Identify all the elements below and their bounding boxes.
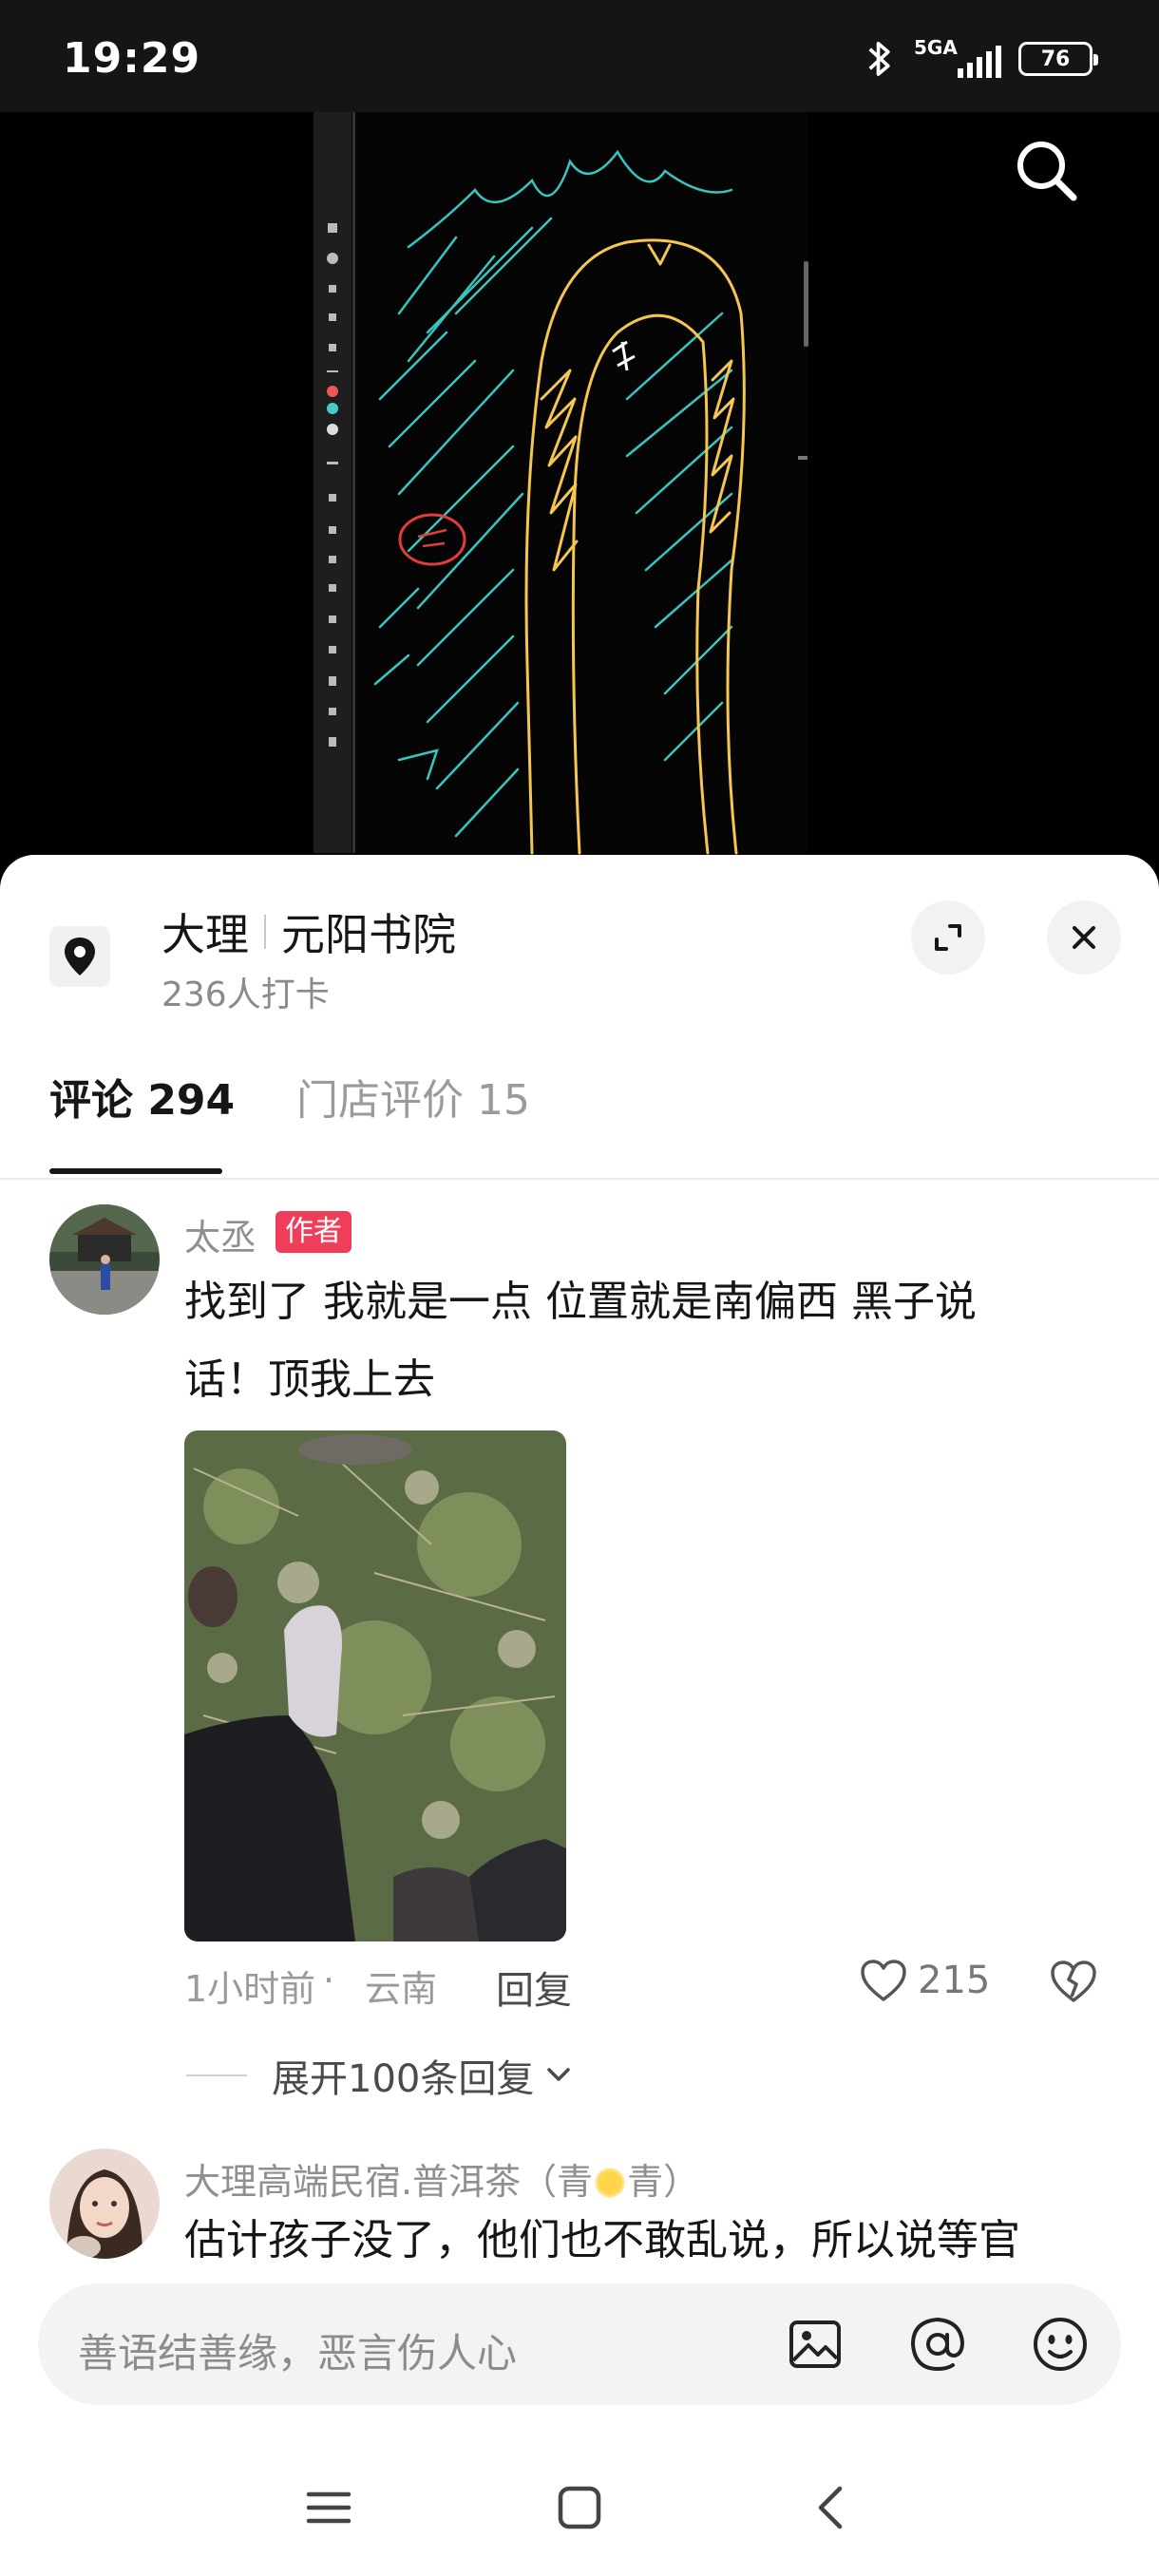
- expand-button[interactable]: [911, 900, 985, 975]
- expand-icon: [935, 924, 961, 951]
- location-title[interactable]: 大理 元阳书院: [162, 900, 456, 963]
- avatar[interactable]: [49, 2149, 160, 2259]
- video-frame: [314, 112, 808, 862]
- comment-time: 1小时前: [184, 1968, 316, 2010]
- status-time: 19:29: [63, 34, 201, 83]
- expand-divider: [186, 2074, 247, 2076]
- menu-button[interactable]: [291, 2470, 367, 2546]
- search-button[interactable]: [1007, 131, 1087, 211]
- heart-icon: [861, 1960, 906, 2001]
- reply-button[interactable]: 回复: [496, 1960, 572, 2015]
- comment-author-prefix: 大理高端民宿.普洱茶（青: [184, 2161, 594, 2203]
- bluetooth-icon: [868, 42, 890, 76]
- comment-region: 云南: [365, 1968, 438, 2010]
- avatar[interactable]: [49, 1204, 160, 1315]
- comment-input-bar[interactable]: 善语结善缘，恶言伤人心: [38, 2283, 1121, 2405]
- network-type: 5GA: [914, 36, 958, 59]
- system-nav-bar: [0, 2432, 1159, 2576]
- home-button[interactable]: [542, 2470, 618, 2546]
- comment-text-line: 话！顶我上去: [184, 1355, 435, 1404]
- close-button[interactable]: [1047, 900, 1121, 975]
- signal-indicator: 5GA: [914, 36, 1001, 80]
- like-count: 215: [918, 1959, 991, 2002]
- video-player[interactable]: [0, 112, 1159, 872]
- dislike-button[interactable]: [1049, 1959, 1098, 2008]
- image-button[interactable]: [781, 2310, 849, 2378]
- comment-text-line: 估计孩子没了，他们也不敢乱说，所以说等官: [184, 2216, 1020, 2264]
- tab-indicator: [49, 1168, 222, 1174]
- chevron-down-icon: [547, 2068, 571, 2081]
- like-button[interactable]: 215: [859, 1958, 990, 2003]
- back-icon: [818, 2486, 843, 2529]
- location-city: 大理: [162, 909, 249, 960]
- title-separator: [264, 915, 266, 949]
- comment-photo[interactable]: [184, 1430, 566, 1941]
- signal-bars-icon: [958, 46, 1001, 78]
- broken-heart-icon: [1051, 1960, 1096, 2002]
- emoji-icon: [1034, 2318, 1087, 2371]
- tab-divider: [0, 1178, 1159, 1180]
- emoji-button[interactable]: [1026, 2310, 1094, 2378]
- menu-icon: [306, 2491, 352, 2524]
- status-icons: 5GA 76: [863, 36, 1098, 80]
- sun-emoji-icon: [593, 2166, 628, 2200]
- meta-dot: ·: [323, 1960, 335, 2001]
- battery-indicator: 76: [1018, 42, 1098, 76]
- checkin-count: 236人打卡: [162, 975, 330, 1014]
- tab-store-reviews[interactable]: 门店评价 15: [296, 1066, 530, 1127]
- search-icon: [1017, 142, 1077, 201]
- expand-replies[interactable]: 展开100条回复: [186, 2048, 576, 2103]
- comment-text-clip: 估计孩子没了，他们也不敢乱说，所以说等官: [184, 2215, 1134, 2268]
- comment-author-suffix: 青）: [627, 2161, 700, 2203]
- comment-author[interactable]: 太丞: [184, 1208, 256, 1260]
- back-button[interactable]: [792, 2470, 868, 2546]
- mention-button[interactable]: [903, 2310, 972, 2378]
- home-icon: [558, 2486, 601, 2529]
- status-bar: 19:29 5GA 76: [0, 0, 1159, 112]
- at-icon: [910, 2317, 965, 2372]
- author-badge: 作者: [276, 1211, 352, 1253]
- close-icon: [1073, 926, 1095, 949]
- comment-author[interactable]: 大理高端民宿.普洱茶（青 青）: [184, 2152, 699, 2205]
- tab-comments[interactable]: 评论 294: [49, 1066, 235, 1127]
- comment-input-placeholder[interactable]: 善语结善缘，恶言伤人心: [78, 2321, 517, 2379]
- comment-text-line: 找到了 我就是一点 位置就是南偏西 黑子说: [184, 1278, 977, 1326]
- expand-replies-label: 展开100条回复: [272, 2057, 535, 2101]
- image-icon: [789, 2320, 841, 2368]
- location-pin-icon: [49, 926, 110, 987]
- location-place: 元阳书院: [281, 909, 456, 960]
